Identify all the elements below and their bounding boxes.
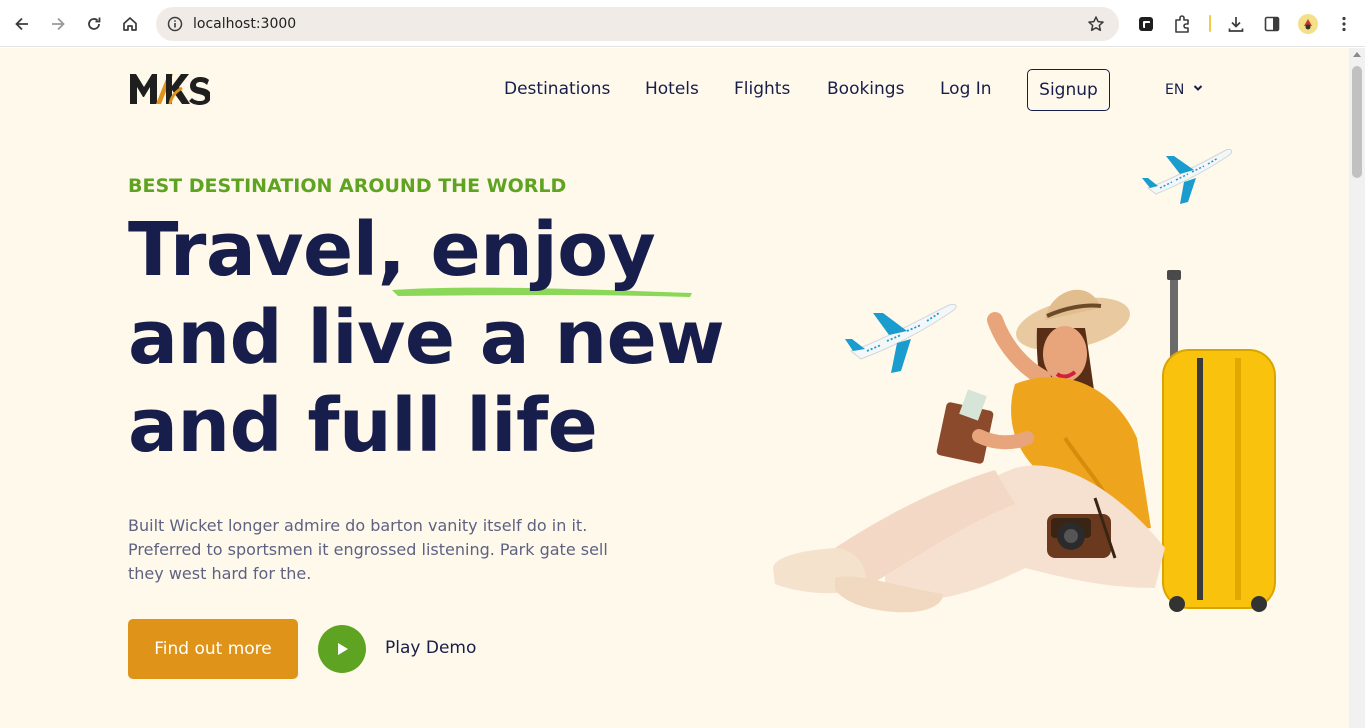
browser-menu-icon[interactable] (1333, 13, 1355, 35)
nav-flights[interactable]: Flights (734, 79, 790, 99)
page-scrollbar[interactable] (1349, 48, 1365, 728)
toolbar-separator (1209, 15, 1211, 32)
forward-icon[interactable] (46, 12, 70, 36)
signup-button[interactable]: Signup (1027, 69, 1110, 111)
landing-page: Destinations Hotels Flights Bookings Log… (0, 48, 1349, 728)
hero-tagline: BEST DESTINATION AROUND THE WORLD (128, 175, 567, 197)
headline-part1: Travel, (128, 207, 431, 293)
mks-logo[interactable] (128, 70, 211, 110)
bookmark-star-icon[interactable] (1087, 15, 1105, 33)
profile-avatar-icon[interactable] (1297, 13, 1319, 35)
nav-login[interactable]: Log In (940, 79, 992, 99)
play-demo-button[interactable] (318, 625, 366, 673)
play-icon (338, 643, 348, 655)
headline-highlight: enjoy (430, 207, 656, 293)
hero-headline: Travel, enjoy and live a new and full li… (128, 206, 725, 470)
extension-icon[interactable] (1135, 13, 1157, 35)
address-bar[interactable]: localhost:3000 (156, 7, 1119, 41)
nav-hotels[interactable]: Hotels (645, 79, 699, 99)
site-info-icon[interactable] (166, 15, 184, 33)
side-panel-icon[interactable] (1261, 13, 1283, 35)
play-demo-label[interactable]: Play Demo (385, 638, 476, 658)
back-icon[interactable] (10, 12, 34, 36)
airplane-icon (1142, 149, 1233, 204)
description-line-2: Preferred to sportsmen it engrossed list… (128, 540, 608, 559)
description-line-3: they west hard for the. (128, 564, 312, 583)
hero-description: Built Wicket longer admire do barton van… (128, 514, 628, 586)
puzzle-icon[interactable] (1171, 13, 1193, 35)
browser-toolbar: localhost:3000 (0, 0, 1365, 47)
find-out-more-button[interactable]: Find out more (128, 619, 298, 679)
scroll-thumb[interactable] (1352, 66, 1362, 178)
description-line-1: Built Wicket longer admire do barton van… (128, 516, 588, 535)
nav-destinations[interactable]: Destinations (504, 79, 610, 99)
chevron-down-icon[interactable] (1193, 84, 1203, 92)
headline-line2: and live a new (128, 295, 725, 381)
download-icon[interactable] (1225, 13, 1247, 35)
scroll-up-icon[interactable] (1353, 52, 1361, 57)
language-selector[interactable]: EN (1165, 82, 1184, 98)
reload-icon[interactable] (82, 12, 106, 36)
home-icon[interactable] (118, 12, 142, 36)
headline-line3: and full life (128, 383, 598, 469)
url-text[interactable]: localhost:3000 (193, 16, 296, 32)
traveler-illustration (773, 270, 1276, 613)
nav-bookings[interactable]: Bookings (827, 79, 904, 99)
